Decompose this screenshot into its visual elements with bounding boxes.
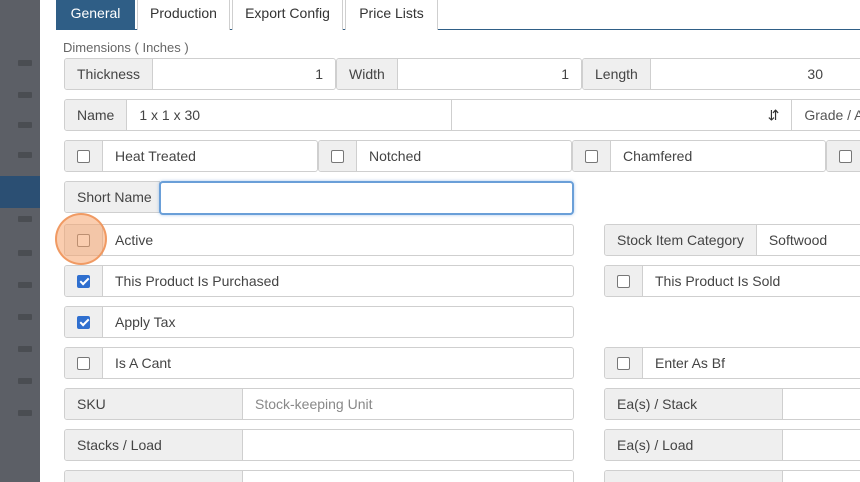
- length-label: Length: [583, 59, 651, 89]
- sidebar-stub: [18, 410, 32, 416]
- sidebar-stub: [18, 314, 32, 320]
- sidebar-stub: [18, 346, 32, 352]
- stacks-load-label: Stacks / Load: [65, 430, 243, 460]
- modal-margin: [40, 0, 56, 482]
- next-row-right-input[interactable]: [783, 471, 860, 482]
- next-row-group: [64, 470, 574, 482]
- enter-as-bf-group: Enter As Bf: [604, 347, 860, 379]
- chamfered-label: Chamfered: [623, 148, 693, 164]
- apply-tax-checkbox[interactable]: [77, 315, 90, 329]
- ea-stack-group: Ea(s) / Stack: [604, 388, 860, 420]
- next-row-label: [65, 471, 243, 482]
- sidebar-stub: [18, 378, 32, 384]
- select-arrows-icon: ⇵: [767, 106, 780, 123]
- stacks-load-input[interactable]: [243, 430, 573, 460]
- heat-treated-checkbox-cell: [65, 141, 103, 171]
- thickness-input[interactable]: 1: [153, 59, 335, 89]
- width-label: Width: [337, 59, 398, 89]
- purchased-group: This Product Is Purchased: [64, 265, 574, 297]
- short-name-group: Short Name: [64, 181, 160, 213]
- sidebar-stub: [18, 92, 32, 98]
- tab-bar: General Production Export Config Price L…: [56, 0, 860, 30]
- next-row-right-group: [604, 470, 860, 482]
- stock-item-category-select[interactable]: Softwood: [757, 225, 860, 255]
- extra-treatment-group: [826, 140, 860, 172]
- apply-tax-label: Apply Tax: [115, 314, 176, 330]
- sidebar-stub: [18, 122, 32, 128]
- extra-treatment-checkbox[interactable]: [839, 149, 852, 163]
- notched-checkbox-cell: [319, 141, 357, 171]
- is-a-cant-label: Is A Cant: [115, 355, 172, 371]
- name-input[interactable]: 1 x 1 x 30: [127, 100, 453, 130]
- ea-stack-label: Ea(s) / Stack: [605, 389, 783, 419]
- dimensions-section-label: Dimensions ( Inches ): [63, 40, 189, 55]
- ea-load-input[interactable]: [783, 430, 860, 460]
- ea-load-label: Ea(s) / Load: [605, 430, 783, 460]
- thickness-group: Thickness 1: [64, 58, 336, 90]
- tab-general[interactable]: General: [56, 0, 135, 30]
- heat-treated-group: Heat Treated: [64, 140, 318, 172]
- heat-treated-label: Heat Treated: [115, 148, 196, 164]
- ea-stack-input[interactable]: [783, 389, 860, 419]
- heat-treated-checkbox[interactable]: [77, 149, 90, 163]
- extra-treatment-checkbox-cell: [827, 141, 860, 171]
- thickness-label: Thickness: [65, 59, 154, 89]
- tab-production[interactable]: Production: [137, 0, 230, 30]
- purchased-label: This Product Is Purchased: [115, 273, 280, 289]
- ea-load-group: Ea(s) / Load: [604, 429, 860, 461]
- sold-group: This Product Is Sold: [604, 265, 860, 297]
- name-group: Name 1 x 1 x 30 ⇵ Grade / A: [64, 99, 860, 131]
- is-a-cant-checkbox-cell: [65, 348, 103, 378]
- sold-checkbox-cell: [605, 266, 643, 296]
- name-label: Name: [65, 100, 128, 130]
- sidebar-stub: [18, 250, 32, 256]
- tab-price-lists[interactable]: Price Lists: [345, 0, 438, 30]
- sold-checkbox[interactable]: [617, 274, 630, 288]
- chamfered-checkbox[interactable]: [585, 149, 598, 163]
- sold-label: This Product Is Sold: [655, 273, 781, 289]
- sidebar-stub: [18, 60, 32, 66]
- length-input[interactable]: 30: [651, 59, 860, 89]
- sidebar-stub: [18, 216, 32, 222]
- grade-label: Grade / A: [804, 107, 860, 123]
- sku-label: SKU: [65, 389, 243, 419]
- grade-select[interactable]: ⇵: [452, 100, 793, 130]
- width-input[interactable]: 1: [398, 59, 581, 89]
- stock-item-category-group: Stock Item Category Softwood: [604, 224, 860, 256]
- notched-label: Notched: [369, 148, 422, 164]
- chamfered-checkbox-cell: [573, 141, 611, 171]
- active-group: Active: [64, 224, 574, 256]
- width-group: Width 1: [336, 58, 582, 90]
- sku-input[interactable]: Stock-keeping Unit: [243, 389, 573, 419]
- next-row-input[interactable]: [243, 471, 573, 482]
- is-a-cant-checkbox[interactable]: [77, 356, 90, 370]
- is-a-cant-group: Is A Cant: [64, 347, 574, 379]
- app-sidebar: [0, 0, 40, 482]
- enter-as-bf-checkbox[interactable]: [617, 356, 630, 370]
- chamfered-group: Chamfered: [572, 140, 826, 172]
- sidebar-stub: [18, 152, 32, 158]
- enter-as-bf-label: Enter As Bf: [655, 355, 726, 371]
- short-name-input[interactable]: [159, 181, 574, 215]
- sidebar-stub: [18, 282, 32, 288]
- apply-tax-checkbox-cell: [65, 307, 103, 337]
- click-highlight: [55, 213, 107, 265]
- purchased-checkbox-cell: [65, 266, 103, 296]
- tab-export-config[interactable]: Export Config: [232, 0, 343, 30]
- stock-item-category-label: Stock Item Category: [605, 225, 757, 255]
- notched-checkbox[interactable]: [331, 149, 344, 163]
- next-row-right-label: [605, 471, 783, 482]
- sku-group: SKU Stock-keeping Unit: [64, 388, 574, 420]
- notched-group: Notched: [318, 140, 572, 172]
- stacks-load-group: Stacks / Load: [64, 429, 574, 461]
- length-group: Length 30: [582, 58, 860, 90]
- sidebar-active-item: [0, 176, 40, 208]
- active-label: Active: [115, 232, 154, 248]
- short-name-label: Short Name: [65, 182, 159, 212]
- purchased-checkbox[interactable]: [77, 274, 90, 288]
- apply-tax-group: Apply Tax: [64, 306, 574, 338]
- enter-as-bf-checkbox-cell: [605, 348, 643, 378]
